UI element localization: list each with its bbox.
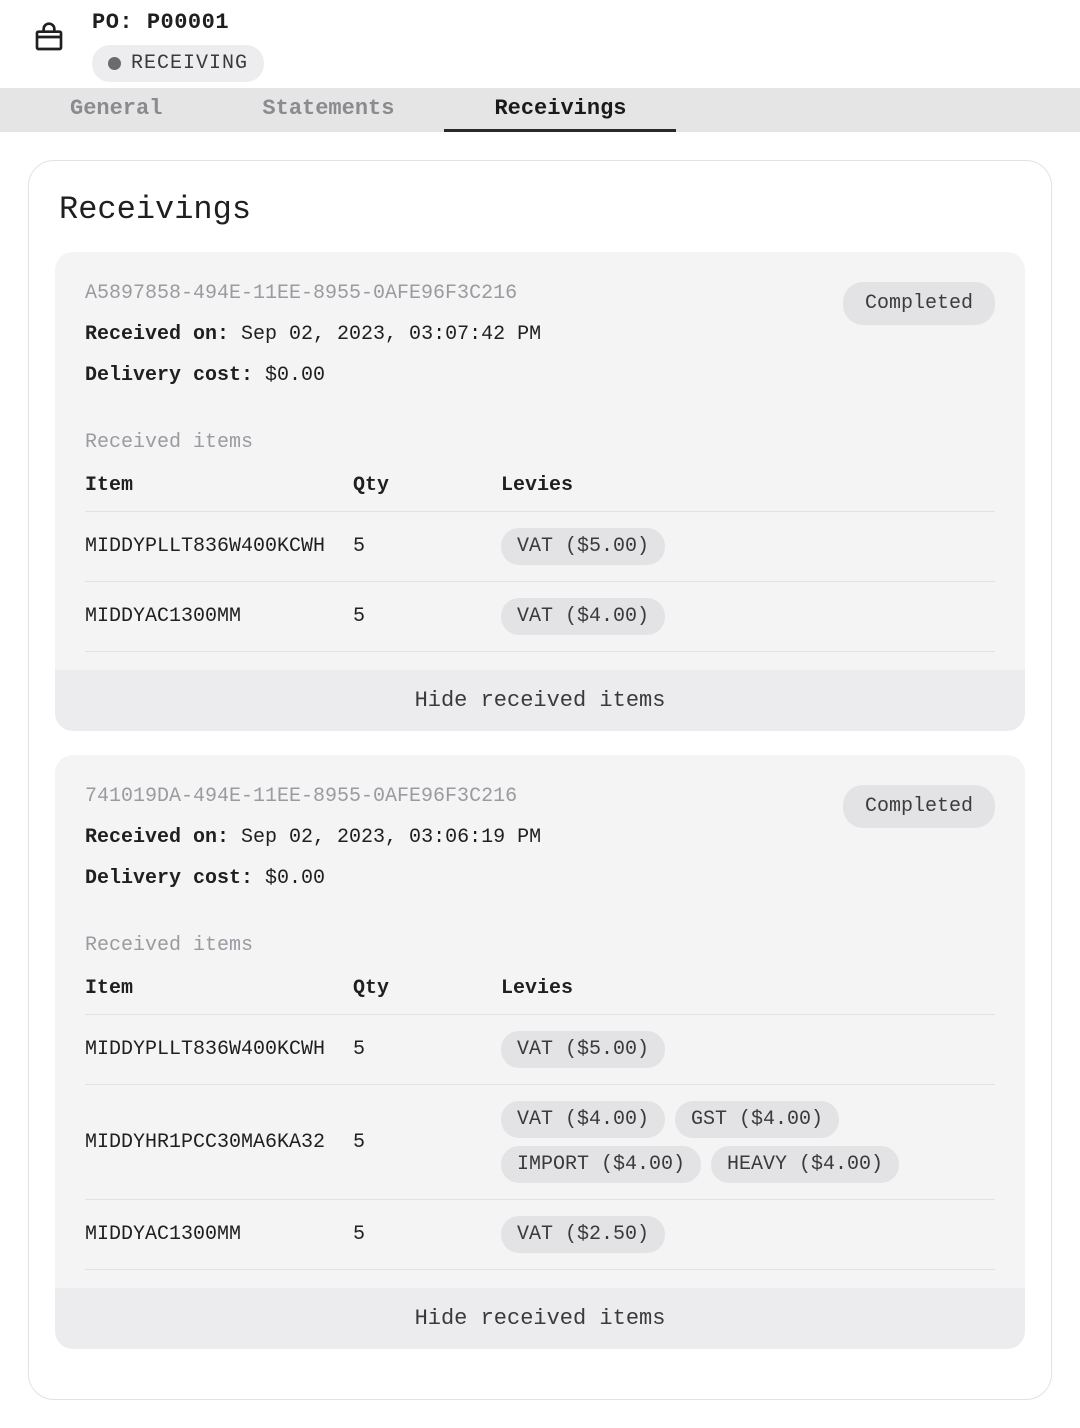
receiving-card-body: A5897858-494E-11EE-8955-0AFE96F3C216 Rece… [55, 252, 1025, 670]
item-sku: MIDDYAC1300MM [85, 1200, 353, 1270]
tab-general[interactable]: General [20, 88, 212, 132]
delivery-cost-line: Delivery cost: $0.00 [85, 867, 541, 890]
column-header-item: Item [85, 963, 353, 1015]
receiving-card-header: 741019DA-494E-11EE-8955-0AFE96F3C216 Rece… [85, 785, 995, 890]
item-qty: 5 [353, 512, 501, 582]
panel-title: Receivings [59, 191, 1025, 228]
column-header-qty: Qty [353, 460, 501, 512]
hide-received-items-button[interactable]: Hide received items [55, 670, 1025, 731]
levy-pill: IMPORT ($4.00) [501, 1146, 701, 1183]
levy-pill: VAT ($5.00) [501, 1031, 665, 1068]
levy-pill: HEAVY ($4.00) [711, 1146, 899, 1183]
item-qty: 5 [353, 1085, 501, 1200]
received-items-table: ItemQtyLeviesMIDDYPLLT836W400KCWH5VAT ($… [85, 963, 995, 1270]
status-badge: Completed [843, 785, 995, 828]
item-levies: VAT ($5.00) [501, 1015, 995, 1085]
received-on-line: Received on: Sep 02, 2023, 03:06:19 PM [85, 826, 541, 849]
item-sku: MIDDYHR1PCC30MA6KA32 [85, 1085, 353, 1200]
page-title: PO: P00001 [92, 10, 264, 35]
item-levies: VAT ($5.00) [501, 512, 995, 582]
status-dot-icon [108, 57, 121, 70]
receiving-card: 741019DA-494E-11EE-8955-0AFE96F3C216 Rece… [55, 755, 1025, 1349]
item-levies: VAT ($4.00) GST ($4.00) IMPORT ($4.00) HEAV… [501, 1085, 995, 1200]
item-qty: 5 [353, 1015, 501, 1085]
levy-pill: VAT ($4.00) [501, 598, 665, 635]
item-levies: VAT ($4.00) [501, 582, 995, 652]
status-pill: RECEIVING [92, 45, 264, 82]
delivery-cost-line: Delivery cost: $0.00 [85, 364, 541, 387]
tab-statements[interactable]: Statements [212, 88, 444, 132]
column-header-levies: Levies [501, 963, 995, 1015]
table-row: MIDDYPLLT836W400KCWH5VAT ($5.00) [85, 1015, 995, 1085]
levy-pill: VAT ($4.00) [501, 1101, 665, 1138]
po-number: P00001 [147, 10, 229, 35]
table-row: MIDDYPLLT836W400KCWH5VAT ($5.00) [85, 512, 995, 582]
column-header-levies: Levies [501, 460, 995, 512]
item-qty: 5 [353, 1200, 501, 1270]
receiving-card-body: 741019DA-494E-11EE-8955-0AFE96F3C216 Rece… [55, 755, 1025, 1288]
received-items-table: ItemQtyLeviesMIDDYPLLT836W400KCWH5VAT ($… [85, 460, 995, 652]
table-row: MIDDYHR1PCC30MA6KA325VAT ($4.00) GST ($4.… [85, 1085, 995, 1200]
receiving-card-header: A5897858-494E-11EE-8955-0AFE96F3C216 Rece… [85, 282, 995, 387]
status-badge: Completed [843, 282, 995, 325]
column-header-qty: Qty [353, 963, 501, 1015]
page-header: PO: P00001 RECEIVING [0, 0, 1080, 88]
item-sku: MIDDYPLLT836W400KCWH [85, 512, 353, 582]
levy-pill: VAT ($5.00) [501, 528, 665, 565]
item-levies: VAT ($2.50) [501, 1200, 995, 1270]
received-items-label: Received items [85, 934, 995, 957]
levy-pill: GST ($4.00) [675, 1101, 839, 1138]
levy-pill: VAT ($2.50) [501, 1216, 665, 1253]
table-row: MIDDYAC1300MM5VAT ($2.50) [85, 1200, 995, 1270]
hide-received-items-button[interactable]: Hide received items [55, 1288, 1025, 1349]
received-on-line: Received on: Sep 02, 2023, 03:07:42 PM [85, 323, 541, 346]
status-text: RECEIVING [131, 52, 248, 75]
received-items-label: Received items [85, 431, 995, 454]
receiving-uuid: 741019DA-494E-11EE-8955-0AFE96F3C216 [85, 785, 541, 808]
receivings-panel: Receivings A5897858-494E-11EE-8955-0AFE9… [28, 160, 1052, 1400]
item-sku: MIDDYPLLT836W400KCWH [85, 1015, 353, 1085]
purchase-order-icon [30, 18, 68, 56]
tabs-bar: GeneralStatementsReceivings [0, 88, 1080, 132]
tab-receivings[interactable]: Receivings [444, 88, 676, 132]
column-header-item: Item [85, 460, 353, 512]
title-prefix: PO: [92, 10, 133, 35]
receiving-uuid: A5897858-494E-11EE-8955-0AFE96F3C216 [85, 282, 541, 305]
table-row: MIDDYAC1300MM5VAT ($4.00) [85, 582, 995, 652]
item-sku: MIDDYAC1300MM [85, 582, 353, 652]
item-qty: 5 [353, 582, 501, 652]
receiving-card: A5897858-494E-11EE-8955-0AFE96F3C216 Rece… [55, 252, 1025, 731]
